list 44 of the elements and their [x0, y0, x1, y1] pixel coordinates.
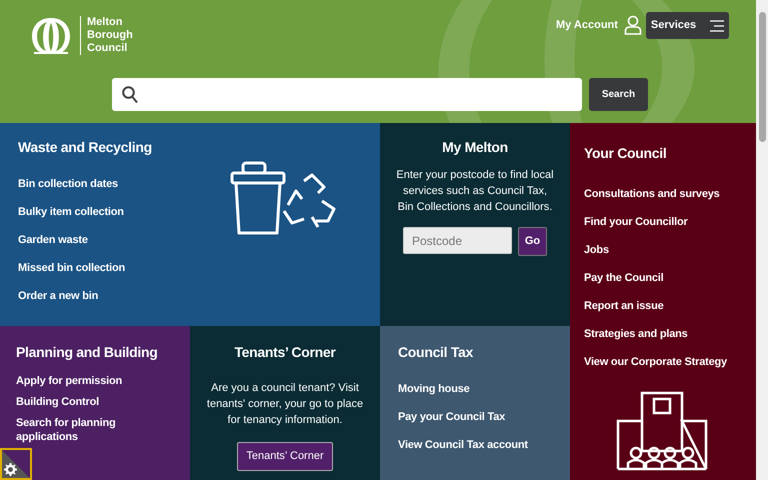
tile-link[interactable]: Bulky item collection	[18, 205, 124, 219]
tile-link[interactable]: Order a new bin	[18, 289, 98, 303]
tenants-corner-button[interactable]: Tenants’ Corner	[237, 442, 333, 471]
tile-link[interactable]: Pay the Council	[584, 271, 664, 285]
tile-link[interactable]: Moving house	[398, 382, 470, 396]
tenants-intro-text: Are you a council tenant? Visit tenants' corner, your go to place for tenancy information.	[206, 381, 364, 428]
tile-heading: Council Tax	[398, 343, 474, 362]
tile-link[interactable]: Find your Councillor	[584, 215, 688, 229]
postcode-field[interactable]: Postcode	[403, 227, 512, 254]
cookie-settings-button[interactable]	[0, 448, 32, 480]
postcode-intro-text: Enter your postcode to find local services such as Council Tax, Bin Collections and Councillors.	[396, 168, 554, 215]
search-icon	[122, 86, 138, 104]
tile-link[interactable]: Garden waste	[18, 233, 88, 247]
services-button[interactable]: Services	[646, 12, 729, 39]
search-button[interactable]: Search	[589, 78, 648, 111]
logo-text: Borough	[87, 29, 133, 42]
tile-heading: Planning and Building	[16, 343, 158, 362]
go-button[interactable]: Go	[518, 227, 547, 256]
tile-heading: My Melton	[441, 138, 509, 157]
building-icon	[616, 391, 708, 471]
tile-link[interactable]: Missed bin collection	[18, 261, 126, 275]
tile-heading: Waste and Recycling	[18, 138, 153, 157]
tile-link[interactable]: Report an issue	[584, 299, 664, 313]
tile-link[interactable]: Pay your Council Tax	[398, 410, 506, 424]
tile-link[interactable]: Apply for permission	[16, 374, 122, 388]
scrollbar[interactable]	[756, 0, 768, 480]
tile-link[interactable]: Jobs	[584, 243, 609, 257]
tile-link[interactable]: Building Control	[16, 395, 99, 409]
tile-link[interactable]: Bin collection dates	[18, 177, 118, 191]
person-icon	[624, 15, 642, 35]
tile-heading: Tenants’ Corner	[233, 343, 337, 362]
logo-text: Melton	[87, 16, 124, 29]
menu-icon	[710, 20, 724, 32]
tile-link[interactable]: View Council Tax account	[398, 438, 528, 452]
bin-and-recycle-icon	[230, 161, 338, 235]
scroll-thumb[interactable]	[758, 12, 766, 142]
tile-heading: Your Council	[584, 144, 668, 163]
gear-icon	[4, 463, 17, 476]
tile-link[interactable]: Search for planning applications	[16, 416, 174, 444]
tile-link[interactable]: Consultations and surveys	[584, 187, 720, 201]
tile-link[interactable]: View our Corporate Strategy	[584, 355, 727, 369]
logo-icon	[30, 16, 72, 54]
tile-link[interactable]: Strategies and plans	[584, 327, 688, 341]
logo-text: Council	[87, 42, 128, 55]
